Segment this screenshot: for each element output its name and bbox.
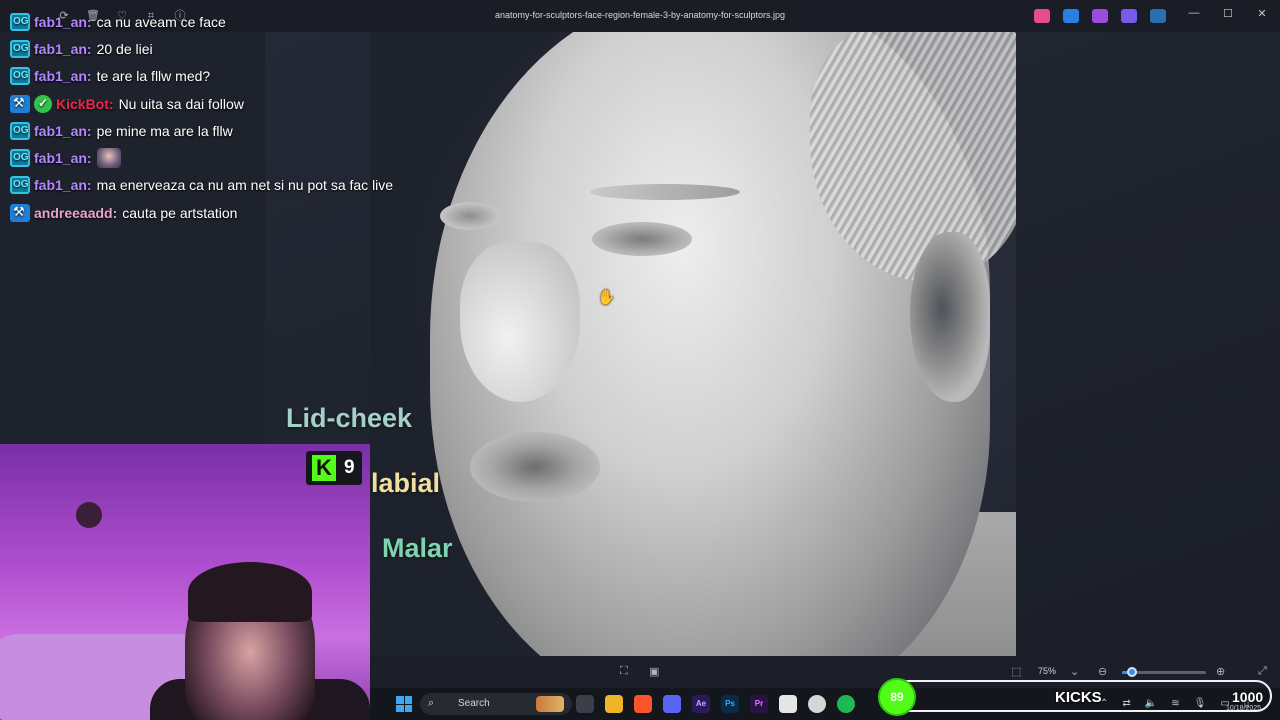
- chat-message-text: cauta pe artstation: [122, 204, 238, 221]
- kick-badge-count: 9: [344, 457, 355, 478]
- minimize-button[interactable]: —: [1188, 7, 1200, 20]
- webcam-lamp: [76, 502, 102, 528]
- sculpture-lips: [470, 432, 600, 502]
- moderator-badge-icon: [10, 203, 30, 222]
- chat-message: andreeaadd: cauta pe artstation: [10, 199, 440, 226]
- webcam-streamer-hair: [188, 562, 312, 622]
- chat-message: fab1_an:pe mine ma are la fllw: [10, 117, 440, 144]
- og-badge-icon: [10, 12, 30, 31]
- chat-message: fab1_an:te are la fllw med?: [10, 63, 440, 90]
- chat-message: fab1_an:ma enerveaza ca nu am net si nu …: [10, 172, 440, 199]
- chat-username[interactable]: KickBot:: [56, 96, 114, 112]
- chat-username[interactable]: fab1_an:: [34, 150, 92, 166]
- chat-message: fab1_an:20 de liei: [10, 35, 440, 62]
- sculpture-nose: [460, 242, 580, 402]
- spotify-icon[interactable]: [837, 695, 855, 713]
- chat-message-text: 20 de liei: [96, 40, 153, 57]
- stream-chat: fab1_an:ca nu aveam ce facefab1_an:20 de…: [10, 8, 440, 226]
- chat-username[interactable]: fab1_an:: [34, 14, 92, 30]
- fullscreen-icon[interactable]: ⬚: [1011, 665, 1021, 678]
- discord-icon[interactable]: [663, 695, 681, 713]
- edit-icon[interactable]: [1063, 9, 1079, 23]
- chat-message-text: pe mine ma are la fllw: [96, 122, 233, 139]
- premiere-icon[interactable]: Pr: [750, 695, 768, 713]
- close-button[interactable]: ✕: [1256, 7, 1268, 20]
- chat-message-text: ca nu aveam ce face: [96, 13, 226, 30]
- kicks-goal-value: 1000: [1232, 689, 1264, 705]
- kicks-count: 89: [878, 678, 916, 716]
- zoom-in-icon[interactable]: ⊕: [1216, 665, 1225, 678]
- kick-logo-icon: K: [312, 455, 336, 481]
- chat-message: fab1_an:ca nu aveam ce face: [10, 8, 440, 35]
- chat-username[interactable]: andreeaadd:: [34, 205, 117, 221]
- webcam-feed: K 9: [0, 444, 370, 720]
- search-highlight-image: [536, 696, 564, 712]
- chat-message: KickBot:Nu uita sa dai follow: [10, 90, 440, 117]
- designer-icon[interactable]: [1092, 9, 1108, 23]
- og-badge-icon: [10, 39, 30, 58]
- search-placeholder: Search: [458, 698, 490, 709]
- brave-icon[interactable]: [634, 695, 652, 713]
- label-malar: Malar: [382, 533, 453, 563]
- chat-message: fab1_an:: [10, 144, 440, 171]
- photoshop-icon[interactable]: Ps: [721, 695, 739, 713]
- chat-message-text: ma enerveaza ca nu am net si nu pot sa f…: [96, 177, 394, 194]
- taskbar-search[interactable]: ⌕ Search: [420, 693, 572, 715]
- chat-username[interactable]: fab1_an:: [34, 123, 92, 139]
- moderator-badge-icon: [10, 94, 30, 113]
- window-controls: — ☐ ✕: [1188, 7, 1268, 20]
- og-badge-icon: [10, 121, 30, 140]
- slideshow-icon[interactable]: ▣: [649, 665, 659, 678]
- start-button[interactable]: [396, 696, 412, 712]
- file-explorer-icon[interactable]: [605, 695, 623, 713]
- label-lid-cheek: Lid-cheek: [286, 403, 413, 433]
- viewer-app-actions: [1034, 9, 1166, 23]
- copilot-icon[interactable]: [1034, 9, 1050, 23]
- chat-message-text: te are la fllw med?: [96, 68, 211, 85]
- sculpture-eye-right: [592, 222, 692, 256]
- sculpture-brow: [590, 184, 740, 200]
- sculpture-eye-left: [440, 202, 500, 230]
- maximize-button[interactable]: ☐: [1222, 7, 1234, 20]
- clipchamp-icon[interactable]: [1121, 9, 1137, 23]
- og-badge-icon: [10, 176, 30, 195]
- chat-message-text: Nu uita sa dai follow: [118, 95, 244, 112]
- hand-cursor-icon: ✋: [597, 289, 616, 306]
- verified-badge-icon: [34, 94, 52, 113]
- chevron-down-icon[interactable]: ⌄: [1070, 665, 1079, 678]
- sculpture-ear: [910, 232, 990, 402]
- chat-emote-image: [96, 148, 121, 169]
- zoom-out-icon[interactable]: ⊖: [1098, 665, 1107, 678]
- clock-date: 10/18/2025: [1226, 705, 1262, 712]
- photos-icon[interactable]: [779, 695, 797, 713]
- zoom-level[interactable]: 75%: [1038, 666, 1056, 676]
- sculpture-image[interactable]: [370, 32, 1016, 656]
- chat-username[interactable]: fab1_an:: [34, 177, 92, 193]
- obs-icon[interactable]: [808, 695, 826, 713]
- chat-username[interactable]: fab1_an:: [34, 68, 92, 84]
- kick-viewer-badge: K 9: [306, 451, 362, 485]
- after-effects-icon[interactable]: Ae: [692, 695, 710, 713]
- taskbar-apps: Ae Ps Pr: [576, 695, 855, 713]
- task-view-icon[interactable]: [576, 695, 594, 713]
- og-badge-icon: [10, 149, 30, 168]
- og-badge-icon: [10, 67, 30, 86]
- onedrive-icon[interactable]: [1150, 9, 1166, 23]
- kicks-label: KICKS: [1055, 689, 1102, 706]
- zoom-slider-thumb[interactable]: [1127, 667, 1138, 677]
- search-icon: ⌕: [428, 697, 435, 709]
- label-labial: labial: [371, 468, 441, 498]
- expand-icon[interactable]: ⤢: [1258, 665, 1267, 678]
- chat-username[interactable]: fab1_an:: [34, 41, 92, 57]
- fit-screen-icon[interactable]: ⛶: [620, 665, 628, 678]
